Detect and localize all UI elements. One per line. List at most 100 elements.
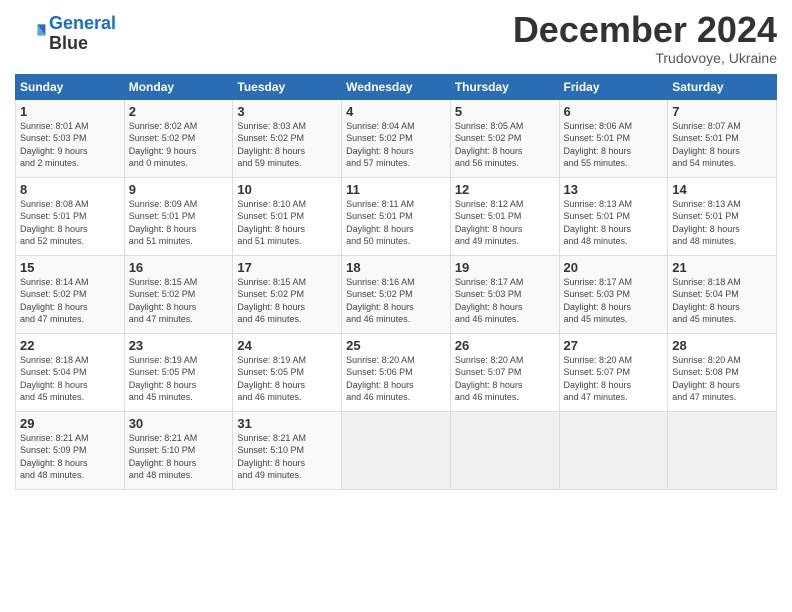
calendar-cell: 8Sunrise: 8:08 AMSunset: 5:01 PMDaylight… xyxy=(16,177,125,255)
day-info: Sunrise: 8:21 AMSunset: 5:10 PMDaylight:… xyxy=(237,432,337,482)
calendar-cell: 17Sunrise: 8:15 AMSunset: 5:02 PMDayligh… xyxy=(233,255,342,333)
calendar-cell xyxy=(668,411,777,489)
calendar-cell: 27Sunrise: 8:20 AMSunset: 5:07 PMDayligh… xyxy=(559,333,668,411)
calendar-cell: 18Sunrise: 8:16 AMSunset: 5:02 PMDayligh… xyxy=(342,255,451,333)
day-number: 21 xyxy=(672,260,772,275)
day-info: Sunrise: 8:07 AMSunset: 5:01 PMDaylight:… xyxy=(672,120,772,170)
day-info: Sunrise: 8:17 AMSunset: 5:03 PMDaylight:… xyxy=(455,276,555,326)
day-number: 27 xyxy=(564,338,664,353)
calendar-table: SundayMondayTuesdayWednesdayThursdayFrid… xyxy=(15,74,777,490)
day-info: Sunrise: 8:18 AMSunset: 5:04 PMDaylight:… xyxy=(672,276,772,326)
day-number: 9 xyxy=(129,182,229,197)
calendar-cell: 29Sunrise: 8:21 AMSunset: 5:09 PMDayligh… xyxy=(16,411,125,489)
day-info: Sunrise: 8:20 AMSunset: 5:07 PMDaylight:… xyxy=(455,354,555,404)
day-number: 26 xyxy=(455,338,555,353)
calendar-cell: 31Sunrise: 8:21 AMSunset: 5:10 PMDayligh… xyxy=(233,411,342,489)
day-info: Sunrise: 8:02 AMSunset: 5:02 PMDaylight:… xyxy=(129,120,229,170)
day-info: Sunrise: 8:06 AMSunset: 5:01 PMDaylight:… xyxy=(564,120,664,170)
day-number: 1 xyxy=(20,104,120,119)
calendar-cell: 9Sunrise: 8:09 AMSunset: 5:01 PMDaylight… xyxy=(124,177,233,255)
day-info: Sunrise: 8:09 AMSunset: 5:01 PMDaylight:… xyxy=(129,198,229,248)
day-number: 10 xyxy=(237,182,337,197)
day-number: 13 xyxy=(564,182,664,197)
logo-text: General Blue xyxy=(49,14,116,54)
calendar-cell: 11Sunrise: 8:11 AMSunset: 5:01 PMDayligh… xyxy=(342,177,451,255)
calendar-cell: 30Sunrise: 8:21 AMSunset: 5:10 PMDayligh… xyxy=(124,411,233,489)
calendar-cell: 22Sunrise: 8:18 AMSunset: 5:04 PMDayligh… xyxy=(16,333,125,411)
location-subtitle: Trudovoye, Ukraine xyxy=(513,50,777,66)
day-info: Sunrise: 8:18 AMSunset: 5:04 PMDaylight:… xyxy=(20,354,120,404)
day-info: Sunrise: 8:17 AMSunset: 5:03 PMDaylight:… xyxy=(564,276,664,326)
day-info: Sunrise: 8:15 AMSunset: 5:02 PMDaylight:… xyxy=(129,276,229,326)
day-info: Sunrise: 8:10 AMSunset: 5:01 PMDaylight:… xyxy=(237,198,337,248)
day-info: Sunrise: 8:12 AMSunset: 5:01 PMDaylight:… xyxy=(455,198,555,248)
day-info: Sunrise: 8:04 AMSunset: 5:02 PMDaylight:… xyxy=(346,120,446,170)
day-info: Sunrise: 8:08 AMSunset: 5:01 PMDaylight:… xyxy=(20,198,120,248)
col-header-friday: Friday xyxy=(559,74,668,99)
calendar-cell: 3Sunrise: 8:03 AMSunset: 5:02 PMDaylight… xyxy=(233,99,342,177)
day-info: Sunrise: 8:15 AMSunset: 5:02 PMDaylight:… xyxy=(237,276,337,326)
calendar-cell: 12Sunrise: 8:12 AMSunset: 5:01 PMDayligh… xyxy=(450,177,559,255)
calendar-cell: 6Sunrise: 8:06 AMSunset: 5:01 PMDaylight… xyxy=(559,99,668,177)
day-number: 4 xyxy=(346,104,446,119)
calendar-cell: 19Sunrise: 8:17 AMSunset: 5:03 PMDayligh… xyxy=(450,255,559,333)
calendar-cell: 20Sunrise: 8:17 AMSunset: 5:03 PMDayligh… xyxy=(559,255,668,333)
header: General Blue December 2024 Trudovoye, Uk… xyxy=(15,10,777,66)
day-number: 30 xyxy=(129,416,229,431)
day-info: Sunrise: 8:13 AMSunset: 5:01 PMDaylight:… xyxy=(564,198,664,248)
month-title: December 2024 xyxy=(513,10,777,50)
day-info: Sunrise: 8:20 AMSunset: 5:06 PMDaylight:… xyxy=(346,354,446,404)
calendar-cell xyxy=(559,411,668,489)
week-row-5: 29Sunrise: 8:21 AMSunset: 5:09 PMDayligh… xyxy=(16,411,777,489)
week-row-2: 8Sunrise: 8:08 AMSunset: 5:01 PMDaylight… xyxy=(16,177,777,255)
day-number: 17 xyxy=(237,260,337,275)
col-header-sunday: Sunday xyxy=(16,74,125,99)
day-number: 23 xyxy=(129,338,229,353)
calendar-cell: 28Sunrise: 8:20 AMSunset: 5:08 PMDayligh… xyxy=(668,333,777,411)
day-number: 8 xyxy=(20,182,120,197)
day-info: Sunrise: 8:11 AMSunset: 5:01 PMDaylight:… xyxy=(346,198,446,248)
logo-icon xyxy=(15,18,47,50)
calendar-cell: 4Sunrise: 8:04 AMSunset: 5:02 PMDaylight… xyxy=(342,99,451,177)
day-info: Sunrise: 8:14 AMSunset: 5:02 PMDaylight:… xyxy=(20,276,120,326)
calendar-cell xyxy=(342,411,451,489)
calendar-cell: 1Sunrise: 8:01 AMSunset: 5:03 PMDaylight… xyxy=(16,99,125,177)
day-info: Sunrise: 8:16 AMSunset: 5:02 PMDaylight:… xyxy=(346,276,446,326)
calendar-cell xyxy=(450,411,559,489)
day-info: Sunrise: 8:20 AMSunset: 5:07 PMDaylight:… xyxy=(564,354,664,404)
day-number: 31 xyxy=(237,416,337,431)
day-number: 15 xyxy=(20,260,120,275)
day-number: 7 xyxy=(672,104,772,119)
day-info: Sunrise: 8:13 AMSunset: 5:01 PMDaylight:… xyxy=(672,198,772,248)
day-number: 12 xyxy=(455,182,555,197)
calendar-cell: 23Sunrise: 8:19 AMSunset: 5:05 PMDayligh… xyxy=(124,333,233,411)
day-number: 24 xyxy=(237,338,337,353)
calendar-cell: 24Sunrise: 8:19 AMSunset: 5:05 PMDayligh… xyxy=(233,333,342,411)
week-row-3: 15Sunrise: 8:14 AMSunset: 5:02 PMDayligh… xyxy=(16,255,777,333)
calendar-cell: 26Sunrise: 8:20 AMSunset: 5:07 PMDayligh… xyxy=(450,333,559,411)
page-container: General Blue December 2024 Trudovoye, Uk… xyxy=(0,0,792,500)
day-number: 19 xyxy=(455,260,555,275)
day-number: 5 xyxy=(455,104,555,119)
day-info: Sunrise: 8:03 AMSunset: 5:02 PMDaylight:… xyxy=(237,120,337,170)
day-number: 11 xyxy=(346,182,446,197)
col-header-monday: Monday xyxy=(124,74,233,99)
day-info: Sunrise: 8:21 AMSunset: 5:10 PMDaylight:… xyxy=(129,432,229,482)
week-row-4: 22Sunrise: 8:18 AMSunset: 5:04 PMDayligh… xyxy=(16,333,777,411)
calendar-cell: 16Sunrise: 8:15 AMSunset: 5:02 PMDayligh… xyxy=(124,255,233,333)
col-header-tuesday: Tuesday xyxy=(233,74,342,99)
col-header-saturday: Saturday xyxy=(668,74,777,99)
day-number: 18 xyxy=(346,260,446,275)
col-header-thursday: Thursday xyxy=(450,74,559,99)
day-info: Sunrise: 8:21 AMSunset: 5:09 PMDaylight:… xyxy=(20,432,120,482)
calendar-cell: 15Sunrise: 8:14 AMSunset: 5:02 PMDayligh… xyxy=(16,255,125,333)
calendar-cell: 7Sunrise: 8:07 AMSunset: 5:01 PMDaylight… xyxy=(668,99,777,177)
day-number: 25 xyxy=(346,338,446,353)
day-number: 3 xyxy=(237,104,337,119)
calendar-cell: 5Sunrise: 8:05 AMSunset: 5:02 PMDaylight… xyxy=(450,99,559,177)
day-info: Sunrise: 8:05 AMSunset: 5:02 PMDaylight:… xyxy=(455,120,555,170)
calendar-cell: 13Sunrise: 8:13 AMSunset: 5:01 PMDayligh… xyxy=(559,177,668,255)
day-number: 14 xyxy=(672,182,772,197)
week-row-1: 1Sunrise: 8:01 AMSunset: 5:03 PMDaylight… xyxy=(16,99,777,177)
calendar-cell: 2Sunrise: 8:02 AMSunset: 5:02 PMDaylight… xyxy=(124,99,233,177)
